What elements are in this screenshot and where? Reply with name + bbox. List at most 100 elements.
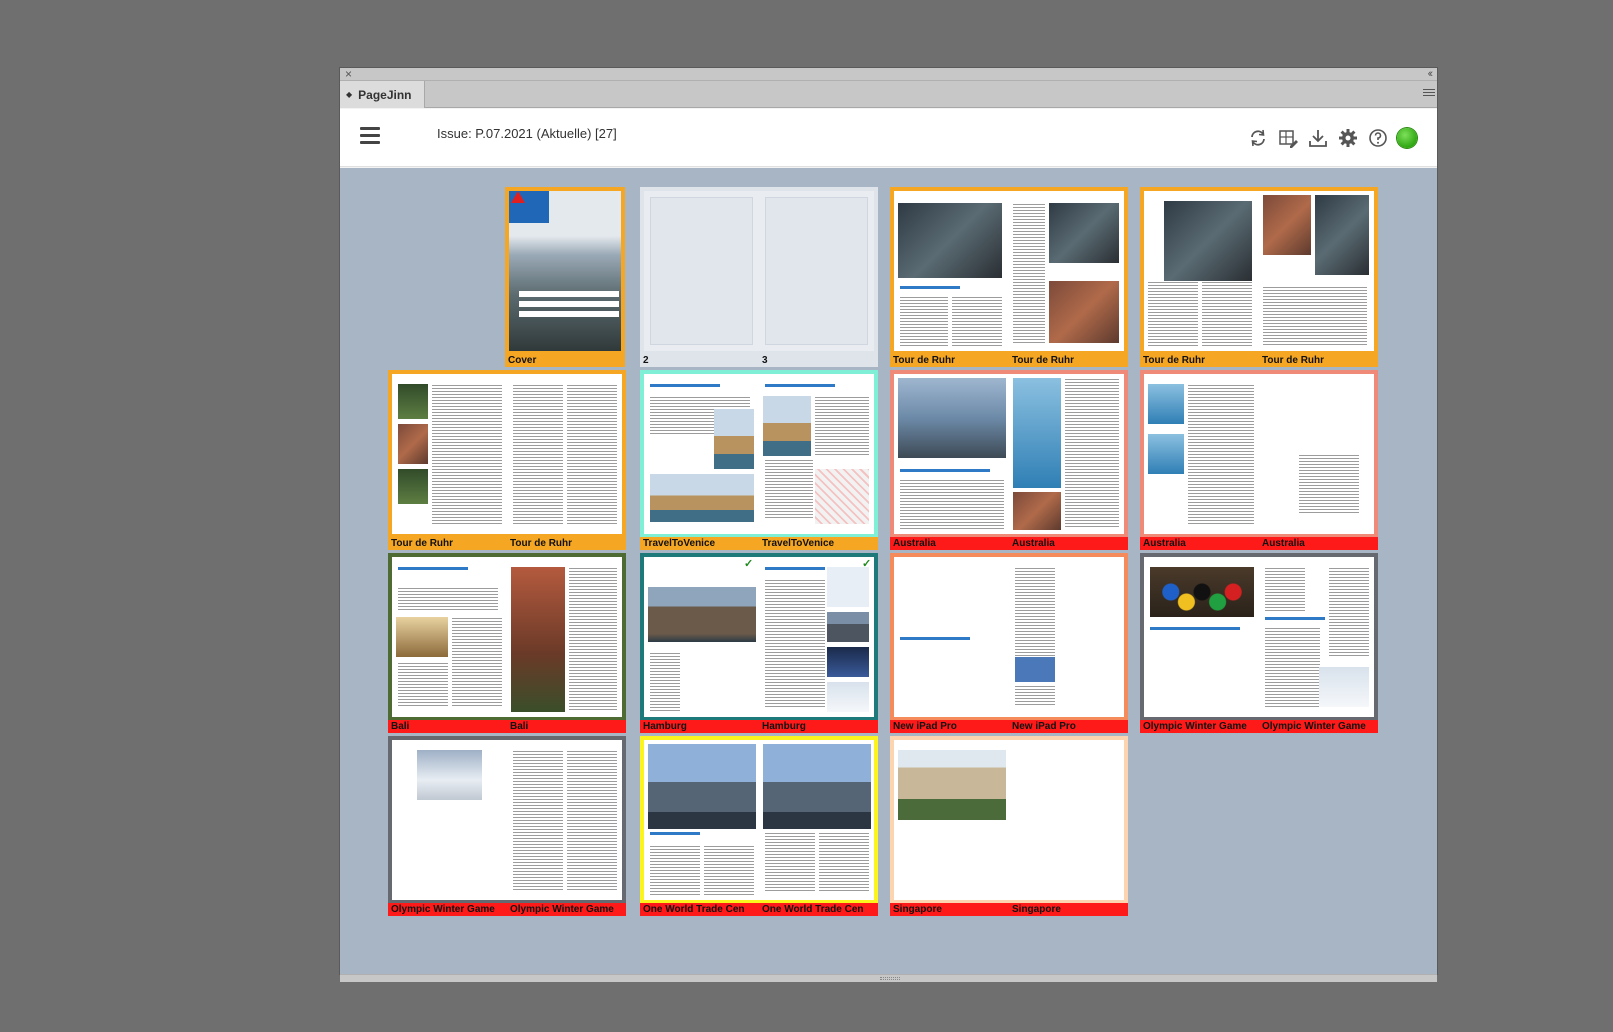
page-image (519, 301, 619, 307)
page-left[interactable] (392, 374, 507, 534)
page-right[interactable] (1009, 557, 1124, 717)
spread-s3[interactable]: Tour de Ruhr Tour de Ruhr (890, 187, 1128, 367)
page-label: TravelToVenice (643, 538, 716, 549)
panel-menu-icon[interactable] (1423, 89, 1435, 99)
page-left[interactable] (392, 557, 507, 717)
page-label: Australia (1143, 538, 1186, 549)
page-right[interactable] (507, 740, 622, 900)
tab-pagejinn[interactable]: ◆ PageJinn (340, 81, 425, 108)
page-left[interactable] (894, 557, 1009, 717)
refresh-icon[interactable] (1247, 127, 1269, 149)
page-right[interactable] (1259, 374, 1374, 534)
page-image (763, 396, 811, 456)
page-left[interactable] (1144, 374, 1259, 534)
page-image (1015, 657, 1055, 682)
spread-s11[interactable]: New iPad Pro New iPad Pro (890, 553, 1128, 733)
spread-s14[interactable]: One World Trade Cen One World Trade Cen (640, 736, 878, 916)
text-block (1202, 281, 1252, 346)
layout-edit-icon[interactable] (1277, 127, 1299, 149)
page-left[interactable] (894, 740, 1009, 900)
spread-s6[interactable]: TravelToVenice TravelToVenice (640, 370, 878, 550)
headline (1265, 617, 1325, 620)
text-block (704, 845, 754, 895)
page-left[interactable] (894, 374, 1009, 534)
page-right[interactable] (507, 374, 622, 534)
spread-s7[interactable]: Australia Australia (890, 370, 1128, 550)
page-left[interactable] (644, 740, 759, 900)
page-left[interactable] (894, 191, 1009, 351)
collapse-icon[interactable]: ‹‹ (1428, 66, 1434, 82)
header-bar: Issue: P.07.2021 (Aktuelle) [27] (340, 109, 1437, 167)
text-block (815, 396, 869, 456)
page-left[interactable] (1144, 557, 1259, 717)
download-icon[interactable] (1307, 127, 1329, 149)
headline (900, 469, 990, 472)
spread-s5[interactable]: Tour de Ruhr Tour de Ruhr (388, 370, 626, 550)
page-right[interactable] (507, 557, 622, 717)
text-block (819, 832, 869, 892)
text-block (765, 459, 813, 519)
text-block (513, 384, 563, 524)
spread-s12[interactable]: Olympic Winter Game Olympic Winter Game (1140, 553, 1378, 733)
help-icon[interactable] (1367, 127, 1389, 149)
page-left[interactable] (644, 374, 759, 534)
page-label: TravelToVenice (762, 538, 835, 549)
page-image (1319, 667, 1369, 707)
page-image (1148, 384, 1184, 424)
page-right[interactable] (1009, 374, 1124, 534)
spread-s15[interactable]: Singapore Singapore (890, 736, 1128, 916)
headline (398, 567, 468, 570)
page-label: Hamburg (762, 721, 806, 732)
page-left[interactable] (1144, 191, 1259, 351)
page-image (827, 567, 869, 607)
page-right[interactable] (1009, 191, 1124, 351)
page-right[interactable] (759, 557, 874, 717)
page-right[interactable] (759, 374, 874, 534)
headline (650, 384, 720, 387)
headline (900, 286, 960, 289)
spread-s10[interactable]: Hamburg Hamburg ✓ ✓ (640, 553, 878, 733)
page-image (648, 744, 756, 829)
text-block (567, 384, 617, 524)
page-label: Singapore (893, 904, 942, 915)
page-image (898, 203, 1002, 278)
text-block (650, 845, 700, 895)
page-left[interactable] (644, 191, 759, 351)
spread-s8[interactable]: Australia Australia (1140, 370, 1378, 550)
spread-s1[interactable]: Cover (505, 187, 625, 367)
page-label: Tour de Ruhr (1143, 355, 1206, 366)
text-block (1015, 685, 1055, 705)
page-left[interactable] (392, 740, 507, 900)
spread-grid: Cover 2 3 Tour de Ruhr Tour de Ruhr Tour de R… (340, 168, 1437, 974)
page-cover[interactable] (509, 191, 621, 351)
page-right[interactable] (1009, 740, 1124, 900)
text-block (1265, 627, 1320, 707)
spread-s13[interactable]: Olympic Winter Game Olympic Winter Game (388, 736, 626, 916)
page-right[interactable] (759, 191, 874, 351)
check-icon: ✓ (862, 558, 872, 570)
page-label: Tour de Ruhr (391, 538, 454, 549)
headline (1150, 627, 1240, 630)
page-label: 2 (643, 355, 649, 366)
text-block (567, 750, 617, 890)
text-block (1188, 384, 1254, 524)
spread-s9[interactable]: Bali Bali (388, 553, 626, 733)
close-icon[interactable]: × (345, 66, 352, 82)
menu-icon[interactable] (360, 127, 380, 145)
text-block (452, 617, 502, 707)
page-left[interactable] (644, 557, 759, 717)
page-right[interactable] (1259, 557, 1374, 717)
text-block (1263, 286, 1367, 346)
text-block (765, 832, 815, 892)
page-image (827, 612, 869, 642)
page-label: 3 (762, 355, 768, 366)
resize-grip[interactable] (880, 977, 900, 980)
page-right[interactable] (759, 740, 874, 900)
spread-s4[interactable]: Tour de Ruhr Tour de Ruhr (1140, 187, 1378, 367)
page-image (898, 378, 1006, 458)
spread-s2[interactable]: 23 (640, 187, 878, 367)
page-right[interactable] (1259, 191, 1374, 351)
page-label: Bali (391, 721, 410, 732)
settings-icon[interactable] (1337, 127, 1359, 149)
panel-tab-bar: ◆ PageJinn (340, 81, 1437, 108)
